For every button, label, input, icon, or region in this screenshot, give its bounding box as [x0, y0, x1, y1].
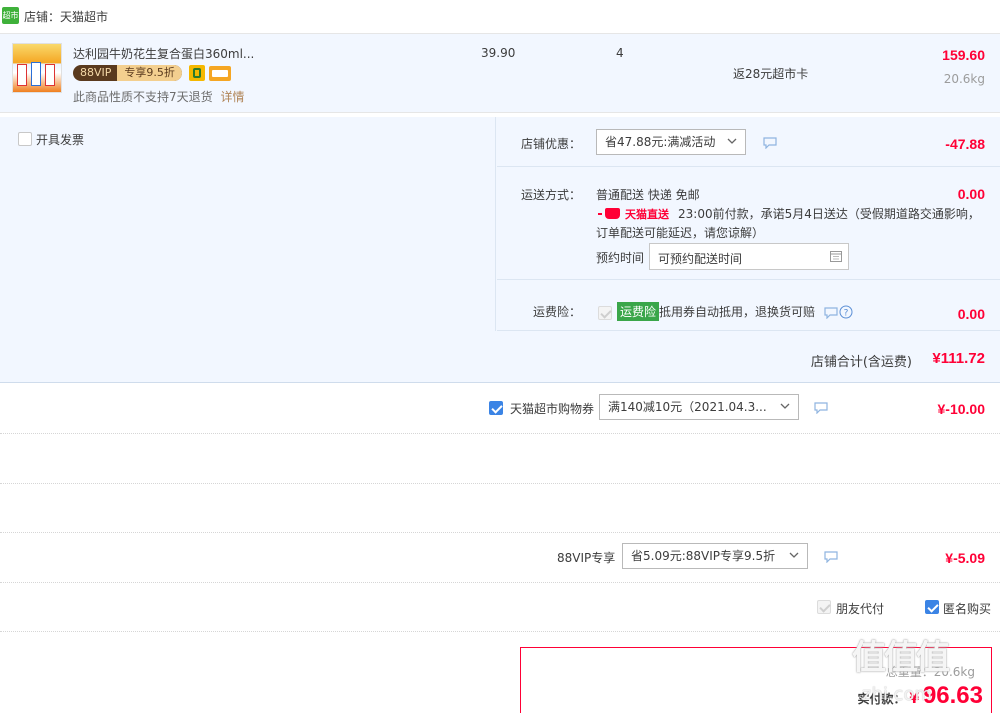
appointment-time-input[interactable]: 可预约配送时间 — [649, 243, 849, 270]
store-discount-value: 省47.88元:满减活动 — [605, 135, 716, 149]
vip-discount-label: 88VIP专享 — [557, 551, 616, 565]
chevron-down-icon — [727, 138, 737, 144]
vip-badge: 88VIP 专享9.5折 — [73, 65, 182, 81]
delivery-promise: 23:00前付款，承诺5月4日送达（受假期道路交通影响，订单配送可能延迟，请您谅… — [596, 207, 980, 240]
order-options-panel: 开具发票 店铺优惠： 省47.88元:满减活动 -47.88 运送方式： 普通配… — [0, 117, 1000, 383]
watermark-site: zhi.com — [862, 684, 933, 705]
card-payment-icon[interactable] — [209, 66, 231, 81]
invoice-area: 开具发票 — [0, 117, 496, 331]
vip-badge-label: 88VIP — [80, 66, 112, 79]
calendar-icon[interactable] — [830, 250, 842, 262]
divider — [0, 433, 1000, 434]
vip-discount-label: 专享9.5折 — [117, 65, 182, 81]
friend-pay-checkbox[interactable] — [817, 600, 831, 614]
return-policy-note: 此商品性质不支持7天退货 详情 — [73, 88, 244, 105]
shop-header: 超市 店铺：天猫超市 — [0, 0, 1000, 33]
insurance-checkbox[interactable] — [598, 306, 612, 320]
store-discount-select[interactable]: 省47.88元:满减活动 — [596, 129, 746, 155]
divider — [0, 483, 1000, 484]
service-guarantee-icon[interactable] — [189, 65, 205, 81]
coupon-amount: ¥-10.00 — [937, 401, 985, 417]
item-weight: 20.6kg — [943, 72, 985, 86]
vip-discount-select[interactable]: 省5.09元:88VIP专享9.5折 — [622, 543, 808, 569]
chevron-down-icon — [789, 552, 799, 558]
coupon-select[interactable]: 满140减10元（2021.04.3... — [599, 394, 799, 420]
invoice-label[interactable]: 开具发票 — [36, 131, 84, 148]
divider — [0, 631, 1000, 632]
product-title[interactable]: 达利园牛奶花生复合蛋白360ml... — [73, 45, 254, 62]
store-discount-row: 店铺优惠： 省47.88元:满减活动 -47.88 — [497, 117, 1000, 167]
return-policy-text: 此商品性质不支持7天退货 — [73, 90, 213, 104]
store-total-label: 店铺合计(含运费) — [810, 355, 912, 370]
help-icon[interactable]: ? — [839, 305, 853, 319]
shipping-method: 普通配送 快递 免邮 — [596, 188, 700, 202]
svg-text:?: ? — [844, 309, 849, 319]
shipping-label: 运送方式： — [521, 188, 582, 202]
chat-icon[interactable] — [763, 137, 777, 149]
detail-link[interactable]: 详情 — [220, 90, 244, 104]
product-row: 达利园牛奶花生复合蛋白360ml... 88VIP 专享9.5折 此商品性质不支… — [0, 33, 1000, 113]
store-total-amount: ¥111.72 — [932, 350, 985, 367]
store-discount-label: 店铺优惠： — [521, 137, 582, 151]
chevron-down-icon — [780, 403, 790, 409]
item-subtotal: 159.60 — [942, 47, 985, 63]
watermark-logo: 值值值 — [852, 638, 950, 678]
store-discount-amount: -47.88 — [945, 136, 985, 152]
tmall-supermarket-logo-icon: 超市 — [2, 7, 19, 24]
quantity: 4 — [616, 46, 624, 60]
vip-discount-value: 省5.09元:88VIP专享9.5折 — [631, 549, 776, 563]
insurance-label: 运费险： — [533, 305, 582, 319]
vip-discount-amount: ¥-5.09 — [945, 550, 985, 566]
chat-icon[interactable] — [824, 307, 838, 319]
insurance-row: 运费险： 运费险 抵用券自动抵用，退换货可赔 ? 0.00 — [497, 281, 1000, 331]
supermarket-card-rebate: 返28元超市卡 — [733, 67, 809, 81]
appointment-label: 预约时间 — [596, 251, 645, 265]
checkout-options-row: 朋友代付 匿名购买 — [0, 583, 1000, 631]
insurance-description: 抵用券自动抵用，退换货可赔 — [659, 305, 816, 319]
insurance-amount: 0.00 — [957, 306, 985, 322]
chat-icon[interactable] — [814, 402, 828, 414]
anonymous-label[interactable]: 匿名购买 — [943, 600, 991, 617]
invoice-checkbox[interactable] — [18, 132, 32, 146]
coupon-checkbox[interactable] — [489, 401, 503, 415]
chat-icon[interactable] — [824, 551, 838, 563]
shop-name[interactable]: 店铺：天猫超市 — [24, 8, 108, 25]
coupon-value: 满140减10元（2021.04.3... — [608, 400, 767, 414]
friend-pay-label[interactable]: 朋友代付 — [836, 600, 884, 617]
shipping-row: 运送方式： 普通配送 快递 免邮 0.00 天猫直送 23:00前付款，承诺5月… — [497, 168, 1000, 280]
coupon-row: 天猫超市购物券 满140减10元（2021.04.3... ¥-10.00 — [0, 384, 1000, 433]
appointment-placeholder: 可预约配送时间 — [658, 252, 743, 266]
anonymous-checkbox[interactable] — [925, 600, 939, 614]
coupon-label[interactable]: 天猫超市购物券 — [510, 400, 594, 417]
store-total-row: 店铺合计(含运费) ¥111.72 — [0, 332, 1000, 383]
unit-price: 39.90 — [481, 46, 516, 60]
insurance-badge: 运费险 — [617, 302, 660, 321]
shipping-amount: 0.00 — [957, 186, 985, 202]
vip-discount-row: 88VIP专享 省5.09元:88VIP专享9.5折 ¥-5.09 — [0, 533, 1000, 582]
product-thumbnail[interactable] — [12, 43, 62, 93]
